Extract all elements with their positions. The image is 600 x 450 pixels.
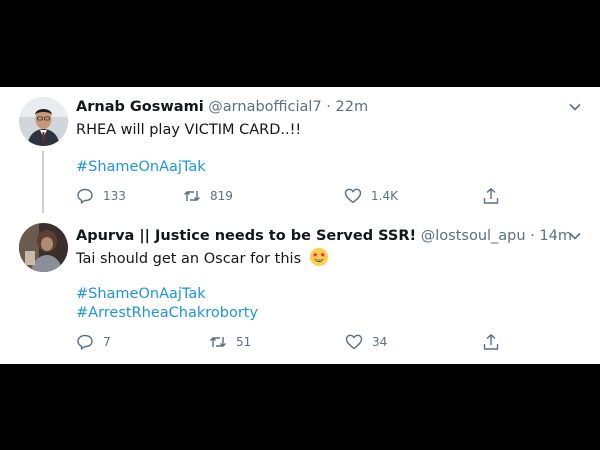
avatar[interactable] (19, 97, 68, 146)
reply-button[interactable]: 7 (76, 332, 111, 352)
thread-connector-line (42, 151, 44, 213)
tweet-header: Apurva || Justice needs to be Served SSR… (76, 226, 572, 246)
reply-icon (77, 188, 93, 204)
display-name[interactable]: Arnab Goswami (76, 99, 204, 115)
retweet-icon (210, 337, 226, 347)
hashtag-link[interactable]: #ShameOnAajTak (76, 157, 206, 177)
like-count: 34 (372, 335, 388, 349)
tweet-header: Arnab Goswami @arnabofficial7 · 22m (76, 97, 368, 117)
reply-count: 133 (103, 189, 126, 203)
share-button[interactable] (482, 186, 500, 206)
tweet-actions: 133 819 1.4K (76, 186, 516, 206)
display-name[interactable]: Apurva || Justice needs to be Served SSR… (76, 228, 416, 244)
share-icon (483, 334, 499, 350)
hashtag-link[interactable]: #ShameOnAajTak (76, 284, 206, 304)
chevron-down-icon[interactable] (568, 100, 582, 114)
like-button[interactable]: 34 (345, 332, 387, 352)
user-handle[interactable]: @lostsoul_apu (421, 228, 526, 244)
like-button[interactable]: 1.4K (344, 186, 398, 206)
tweet[interactable]: Apurva || Justice needs to be Served SSR… (0, 223, 600, 364)
separator-dot: · (326, 99, 331, 115)
share-button[interactable] (482, 332, 500, 352)
tweet[interactable]: Arnab Goswami @arnabofficial7 · 22m RHEA… (0, 87, 600, 223)
retweet-count: 51 (236, 335, 252, 349)
tweet-actions: 7 51 34 (76, 332, 516, 352)
retweet-count: 819 (210, 189, 233, 203)
reply-count: 7 (103, 335, 111, 349)
star-struck-emoji-icon (309, 248, 328, 266)
timestamp[interactable]: 22m (336, 99, 369, 115)
retweet-icon (184, 191, 200, 201)
heart-icon (344, 188, 362, 204)
retweet-button[interactable]: 819 (183, 186, 233, 206)
chevron-down-icon[interactable] (568, 229, 582, 243)
retweet-button[interactable]: 51 (209, 332, 251, 352)
tweet-thread-card: Arnab Goswami @arnabofficial7 · 22m RHEA… (0, 87, 600, 364)
tweet-text: Tai should get an Oscar for this (76, 251, 302, 267)
separator-dot: · (530, 228, 535, 244)
tweet-text-line: Tai should get an Oscar for this (76, 248, 328, 269)
share-icon (483, 188, 499, 204)
reply-icon (77, 334, 93, 350)
like-count: 1.4K (371, 189, 398, 203)
reply-button[interactable]: 133 (76, 186, 126, 206)
avatar[interactable] (19, 223, 68, 272)
heart-icon (345, 334, 363, 350)
tweet-text: RHEA will play VICTIM CARD..!! (76, 122, 302, 138)
user-handle[interactable]: @arnabofficial7 (208, 99, 321, 115)
hashtag-link[interactable]: #ArrestRheaChakroborty (76, 303, 258, 323)
